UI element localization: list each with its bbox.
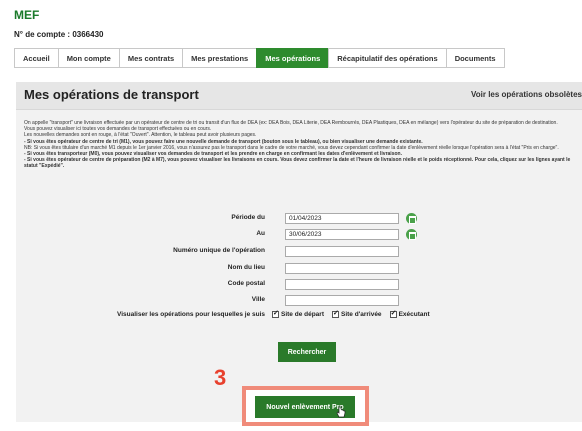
checkbox-site-arrivee[interactable]: Site d'arrivée (331, 309, 382, 318)
info-line: - Si vous êtes opérateur de centre de pr… (24, 157, 571, 170)
info-text: On appelle "transport" une livraison eff… (24, 120, 572, 170)
period-to-input[interactable]: 30/06/2023 (285, 229, 399, 240)
tab-mes-contrats[interactable]: Mes contrats (118, 48, 183, 68)
step-number-annotation: 3 (214, 365, 227, 390)
account-number: N° de compte : 0366430 (14, 30, 104, 39)
checkbox-label: Site d'arrivée (340, 311, 382, 318)
period-from-label: Période du (231, 214, 265, 221)
tab-mon-compte[interactable]: Mon compte (57, 48, 119, 68)
checkbox-box[interactable] (331, 309, 339, 318)
visualize-label: Visualiser les opérations pour lesquelle… (117, 311, 265, 318)
site-name-label: Nom du lieu (227, 264, 265, 271)
postal-code-input[interactable] (285, 279, 399, 290)
tab-mes-operations[interactable]: Mes opérations (256, 48, 329, 68)
obsolete-operations-link[interactable]: Voir les opérations obsolètes (471, 90, 582, 99)
checkbox-label: Exécutant (398, 311, 430, 318)
operation-number-input[interactable] (285, 246, 399, 257)
site-name-input[interactable] (285, 263, 399, 274)
checkbox-box[interactable] (272, 309, 279, 318)
brand-logo: MEF (14, 8, 40, 22)
city-label: Ville (251, 296, 265, 303)
checkbox-site-depart[interactable]: Site de départ (272, 309, 324, 318)
checkbox-executant[interactable]: Exécutant (389, 309, 430, 318)
tab-documents[interactable]: Documents (445, 48, 505, 68)
postal-code-label: Code postal (227, 280, 265, 287)
main-nav-tabs: Accueil Mon compte Mes contrats Mes pres… (14, 48, 505, 68)
city-input[interactable] (285, 295, 399, 306)
panel-header: Mes opérations de transport Voir les opé… (16, 82, 582, 110)
checkbox-box[interactable] (389, 309, 397, 318)
operation-number-label: Numéro unique de l'opération (173, 247, 265, 254)
checkbox-label: Site de départ (281, 311, 324, 318)
calendar-icon[interactable] (406, 229, 417, 240)
tab-mes-prestations[interactable]: Mes prestations (182, 48, 257, 68)
tab-accueil[interactable]: Accueil (14, 48, 58, 68)
search-button[interactable]: Rechercher (278, 342, 336, 362)
role-checkboxes: Site de départ Site d'arrivée Exécutant (272, 309, 430, 318)
page-title: Mes opérations de transport (24, 87, 199, 102)
calendar-icon[interactable] (406, 213, 417, 224)
tab-recapitulatif[interactable]: Récapitulatif des opérations (328, 48, 446, 68)
period-from-input[interactable]: 01/04/2023 (285, 213, 399, 224)
period-to-label: Au (256, 230, 265, 237)
hand-cursor-icon (336, 406, 346, 418)
